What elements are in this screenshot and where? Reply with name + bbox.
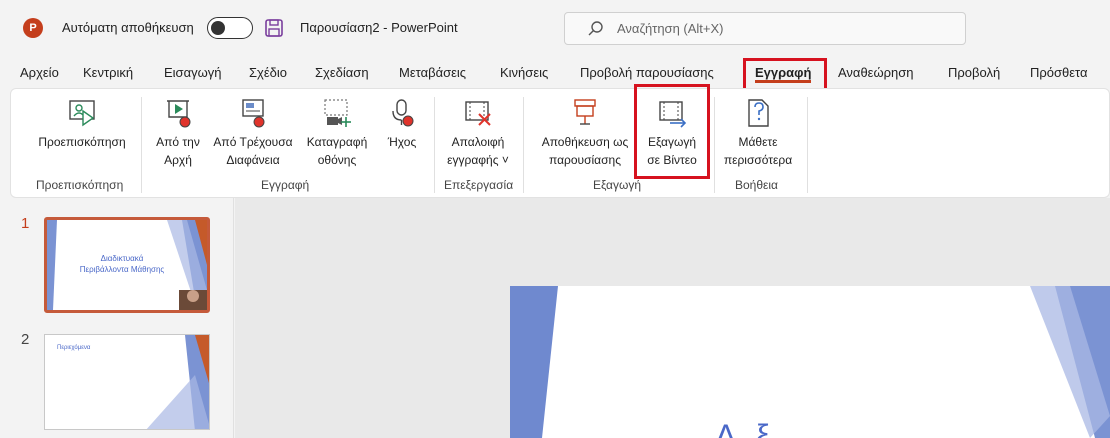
audio-button[interactable]: Ήχος xyxy=(375,97,429,151)
slide-1-title-line1: Διαδικτυακά xyxy=(100,254,144,263)
record-from-start-button[interactable]: Από την Αρχή xyxy=(149,97,207,169)
screen-recording-button[interactable]: Καταγραφή οθόνης xyxy=(299,97,375,169)
slide-title-partial: Δ ξ xyxy=(715,418,776,438)
search-icon xyxy=(588,21,603,36)
search-placeholder: Αναζήτηση (Alt+X) xyxy=(617,21,724,36)
group-editing-label: Επεξεργασία xyxy=(444,178,514,192)
clear-recording-line1: Απαλοιφή xyxy=(451,135,505,149)
autosave-toggle[interactable] xyxy=(207,17,253,39)
powerpoint-logo-icon: P xyxy=(23,18,43,38)
export-video-highlight xyxy=(634,84,710,179)
slide-1-title: Διαδικτυακά Περιβάλλοντα Μάθησης xyxy=(57,253,187,275)
group-separator xyxy=(434,97,435,193)
clear-recording-button[interactable]: Απαλοιφή εγγραφής ˅ xyxy=(439,97,517,169)
learn-more-line1: Μάθετε xyxy=(738,135,778,149)
group-help-label: Βοήθεια xyxy=(735,178,778,192)
tab-animations[interactable]: Κινήσεις xyxy=(500,65,548,80)
screen-recording-line2: οθόνης xyxy=(317,153,357,167)
document-title: Παρουσίαση2 - PowerPoint xyxy=(300,20,458,35)
slide-1-title-line2: Περιβάλλοντα Μάθησης xyxy=(79,265,165,274)
screen-recording-line1: Καταγραφή xyxy=(306,135,368,149)
audio-label: Ήχος xyxy=(387,135,417,149)
help-document-icon xyxy=(748,99,769,127)
slide-thumbnail-panel[interactable]: 1 Διαδικτυακά Περιβάλλοντα Μάθησης 2 Περ… xyxy=(0,198,234,438)
preview-icon xyxy=(69,100,95,127)
group-separator xyxy=(714,97,715,193)
search-input[interactable]: Αναζήτηση (Alt+X) xyxy=(564,12,966,45)
from-start-line2: Αρχή xyxy=(164,153,192,167)
tab-insert[interactable]: Εισαγωγή xyxy=(164,65,221,80)
tab-transitions[interactable]: Μεταβάσεις xyxy=(399,65,466,80)
save-as-show-line1: Αποθήκευση ως xyxy=(541,135,629,149)
clear-recording-icon xyxy=(465,101,491,126)
slide-number: 1 xyxy=(21,215,30,232)
slide-2-title: Περιεχόμενα xyxy=(57,345,91,351)
preview-button[interactable]: Προεπισκόπηση xyxy=(31,97,133,151)
tab-view[interactable]: Προβολή xyxy=(948,65,1000,80)
record-tab-highlight xyxy=(743,58,827,91)
group-separator xyxy=(523,97,524,193)
learn-more-line2: περισσότερα xyxy=(723,153,793,167)
autosave-label: Αυτόματη αποθήκευση xyxy=(62,20,194,35)
slide-thumbnail-2[interactable]: Περιεχόμενα xyxy=(44,334,210,430)
title-bar: P Αυτόματη αποθήκευση Παρουσίαση2 - Powe… xyxy=(0,0,1110,58)
tab-slide-show[interactable]: Προβολή παρουσίασης xyxy=(580,65,714,80)
save-as-show-line2: παρουσίασης xyxy=(549,153,621,167)
from-current-line1: Από Τρέχουσα xyxy=(213,135,293,149)
tab-file[interactable]: Αρχείο xyxy=(20,65,59,80)
record-from-current-button[interactable]: Από Τρέχουσα Διαφάνεια xyxy=(207,97,299,169)
save-icon[interactable] xyxy=(264,18,284,38)
tab-design[interactable]: Σχεδίαση xyxy=(315,65,369,80)
ribbon-tabs: Αρχείο Κεντρική Εισαγωγή Σχέδιο Σχεδίαση… xyxy=(0,58,1110,88)
from-start-line1: Από την xyxy=(156,135,200,149)
group-recording-label: Εγγραφή xyxy=(261,178,310,192)
record-from-current-icon xyxy=(242,99,265,128)
tab-draw[interactable]: Σχέδιο xyxy=(249,65,287,80)
slide-number: 2 xyxy=(21,331,30,348)
preview-label: Προεπισκόπηση xyxy=(38,135,126,149)
tab-home[interactable]: Κεντρική xyxy=(83,65,133,80)
tab-addins[interactable]: Πρόσθετα xyxy=(1030,65,1088,80)
group-preview-label: Προεπισκόπηση xyxy=(36,178,124,192)
tab-review[interactable]: Αναθεώρηση xyxy=(838,65,914,80)
save-as-show-icon xyxy=(574,99,596,125)
microphone-icon xyxy=(392,99,414,127)
slide-thumbnail-1[interactable]: Διαδικτυακά Περιβάλλοντα Μάθησης xyxy=(44,217,210,313)
slide-decoration xyxy=(510,286,1110,438)
from-current-line2: Διαφάνεια xyxy=(226,153,280,167)
current-slide-canvas[interactable]: Δ ξ xyxy=(510,286,1110,438)
group-export-label: Εξαγωγή xyxy=(593,178,642,192)
save-as-show-button[interactable]: Αποθήκευση ως παρουσίασης xyxy=(533,97,637,169)
ribbon: Προεπισκόπηση Προεπισκόπηση Από την Αρχή… xyxy=(10,88,1110,198)
group-separator xyxy=(807,97,808,193)
group-separator xyxy=(141,97,142,193)
record-from-start-icon xyxy=(167,100,191,128)
screen-recording-icon xyxy=(324,99,351,127)
clear-recording-line2: εγγραφής ˅ xyxy=(447,153,509,167)
learn-more-button[interactable]: Μάθετε περισσότερα xyxy=(717,97,799,169)
